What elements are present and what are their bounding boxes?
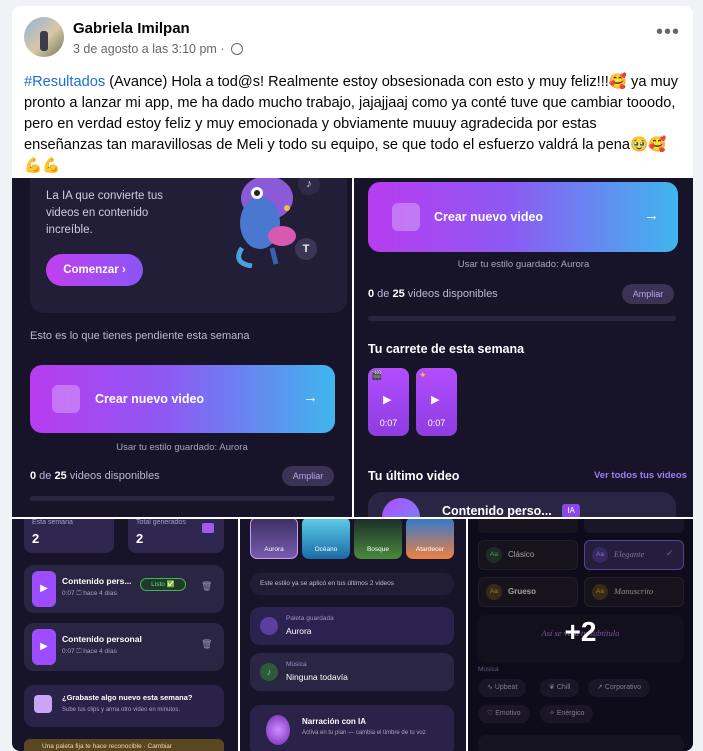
create-video-label: Crear nuevo video [95, 392, 205, 406]
applied-text: Este estilo ya se aplicó en tus últimos … [260, 580, 395, 587]
reel-item[interactable]: ✦ ▶ 0:07 [416, 368, 457, 436]
music-row[interactable] [250, 653, 454, 691]
trash-icon[interactable]: 🗑 [201, 639, 212, 650]
palette-icon [260, 617, 278, 635]
saved-style-text: Usar tu estilo guardado: Aurora [457, 259, 590, 270]
music-label: Música [286, 661, 307, 668]
meta-separator: · [220, 42, 225, 56]
expand-button[interactable]: Ampliar [622, 284, 674, 304]
reel-item[interactable]: 🎬 ▶ 0:07 [368, 368, 409, 436]
play-icon: ▶ [32, 629, 56, 665]
trash-icon[interactable]: 🗑 [201, 581, 212, 592]
photo-1[interactable]: La IA que convierte tus videos en conten… [12, 178, 352, 517]
stat-week-label: Esta semana [32, 519, 73, 526]
videos-available: 0 de 25 videos disponibles [368, 288, 498, 300]
hero-text: La IA que convierte tus videos en conten… [46, 190, 163, 236]
avatar[interactable] [24, 17, 64, 57]
new-recording-prompt[interactable] [24, 685, 224, 727]
post-text: #Resultados (Avance) Hola a tod@s! Realm… [24, 72, 679, 177]
palette-swatch[interactable] [354, 519, 402, 559]
palette-value: Aurora [286, 626, 312, 636]
post-body: (Avance) Hola a tod@s! Realmente estoy o… [24, 74, 679, 174]
author-name[interactable]: Gabriela Imilpan [73, 20, 190, 37]
photo-grid: La IA que convierte tus videos en conten… [12, 178, 693, 751]
post-meta: 3 de agosto a las 3:10 pm · [73, 42, 243, 56]
clapper-icon: 🎬 [371, 370, 383, 380]
palette-label: Paleta guardada [286, 615, 334, 622]
videos-available: 0 de 25 videos disponibles [30, 470, 160, 482]
palette-swatch[interactable] [406, 519, 454, 559]
film-icon [34, 695, 52, 713]
photo-2[interactable]: Crear nuevo video → Usar tu estilo guard… [354, 178, 693, 517]
more-photos-count[interactable]: +2 [468, 616, 693, 648]
expand-button[interactable]: Ampliar [282, 466, 334, 486]
play-icon: ▶ [431, 394, 440, 406]
palette-name: Bosque [366, 546, 390, 553]
narration-subtitle: Activa en tu plan — cambia el timbre de … [302, 730, 426, 736]
video-meta: 0:07 ⏍ hace 4 días [62, 648, 117, 655]
prompt-title: ¿Grabaste algo nuevo esta semana? [62, 693, 193, 702]
photo-3[interactable]: Esta semana 2 Total generados 2 ▶ Conten… [12, 519, 238, 751]
palette-swatch[interactable] [302, 519, 350, 559]
stat-total-value: 2 [136, 531, 144, 546]
play-icon: ▶ [32, 571, 56, 607]
reel-duration: 0:07 [427, 418, 446, 428]
palette-name: Atardecer [415, 546, 445, 553]
video-icon [202, 523, 214, 533]
post-card: Gabriela Imilpan 3 de agosto a las 3:10 … [12, 6, 693, 751]
more-icon[interactable]: ••• [656, 21, 680, 44]
saved-style-text: Usar tu estilo guardado: Aurora [116, 442, 248, 453]
music-icon: ♪ [260, 663, 278, 681]
stat-total-label: Total generados [136, 519, 186, 526]
ia-badge: IA [562, 504, 580, 517]
palette-name: Océano [314, 546, 338, 553]
arrow-right-icon: → [644, 207, 659, 224]
video-meta: 0:07 ⏍ hace 4 días [62, 590, 117, 597]
photo-5[interactable]: Aa Clásico Aa Elegante ✓ Aa Grueso Aa Ma… [468, 519, 693, 751]
ready-badge: Listo ✅ [140, 578, 186, 591]
prompt-subtitle: Sube tus clips y arma otro video en minu… [62, 707, 181, 713]
narration-icon [266, 715, 290, 745]
hashtag-link[interactable]: #Resultados [24, 74, 105, 90]
sparkle-icon: ✦ [419, 370, 427, 380]
last-video-title: Tu último video [368, 469, 460, 483]
film-icon [52, 385, 80, 413]
usage-progress-bar [368, 316, 676, 321]
photo-4[interactable]: Aurora Océano Bosque Atardecer Este esti… [240, 519, 466, 751]
globe-icon [231, 43, 243, 55]
film-icon [392, 203, 420, 231]
post-timestamp[interactable]: 3 de agosto a las 3:10 pm [73, 42, 217, 56]
post-header: Gabriela Imilpan 3 de agosto a las 3:10 … [24, 17, 693, 63]
video-title: Contenido pers... [62, 576, 132, 586]
stat-week-value: 2 [32, 531, 40, 546]
palette-name: Aurora [264, 546, 284, 553]
text-tool-icon: T [295, 238, 317, 260]
palette-swatch[interactable] [250, 519, 298, 559]
saved-palette-row[interactable] [250, 607, 454, 645]
narration-title: Narración con IA [302, 717, 367, 726]
last-video-name: Contenido perso... [442, 504, 552, 517]
start-button[interactable]: Comenzar › [46, 254, 143, 286]
reel-duration: 0:07 [379, 418, 398, 428]
banner-text: Una paleta fija te hace reconocible · Ca… [42, 743, 173, 750]
arrow-right-icon: → [303, 389, 318, 406]
reel-title: Tu carrete de esta semana [368, 342, 525, 356]
music-value: Ninguna todavía [286, 672, 348, 682]
pending-text: Esto es lo que tienes pendiente esta sem… [30, 330, 250, 342]
see-all-link[interactable]: Ver todos tus videos [594, 470, 687, 481]
create-video-label: Crear nuevo video [434, 210, 544, 224]
video-title: Contenido personal [62, 634, 142, 644]
usage-progress-bar [30, 496, 335, 501]
play-icon: ▶ [383, 394, 392, 406]
